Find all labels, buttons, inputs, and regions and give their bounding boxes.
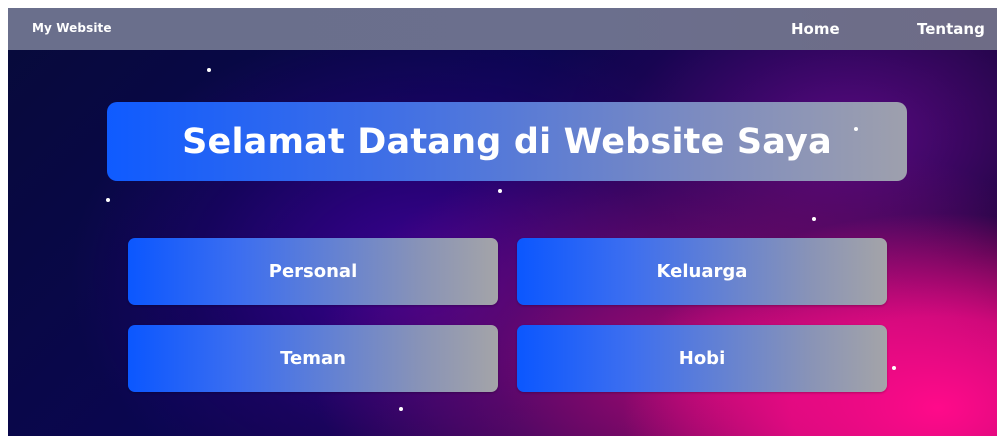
star-dot [854, 127, 858, 131]
star-dot [207, 68, 211, 72]
card-label: Teman [280, 348, 346, 369]
card-label: Hobi [678, 348, 726, 369]
card-keluarga[interactable]: Keluarga [517, 238, 887, 305]
nav-link-home[interactable]: Home [791, 20, 840, 38]
page-background: My Website Home Tentang Selamat Datang d… [8, 8, 997, 436]
hero-banner: Selamat Datang di Website Saya [107, 102, 907, 181]
card-label: Keluarga [656, 261, 748, 282]
navbar: My Website Home Tentang [8, 8, 997, 50]
page-title: Selamat Datang di Website Saya [182, 121, 832, 162]
card-hobi[interactable]: Hobi [517, 325, 887, 392]
card-personal[interactable]: Personal [128, 238, 498, 305]
star-dot [498, 189, 502, 193]
card-label: Personal [268, 261, 358, 282]
site-brand[interactable]: My Website [32, 21, 112, 35]
nav-link-tentang[interactable]: Tentang [917, 20, 985, 38]
star-dot [106, 198, 110, 202]
star-dot [812, 217, 816, 221]
star-dot [892, 366, 896, 370]
card-teman[interactable]: Teman [128, 325, 498, 392]
star-dot [399, 407, 403, 411]
